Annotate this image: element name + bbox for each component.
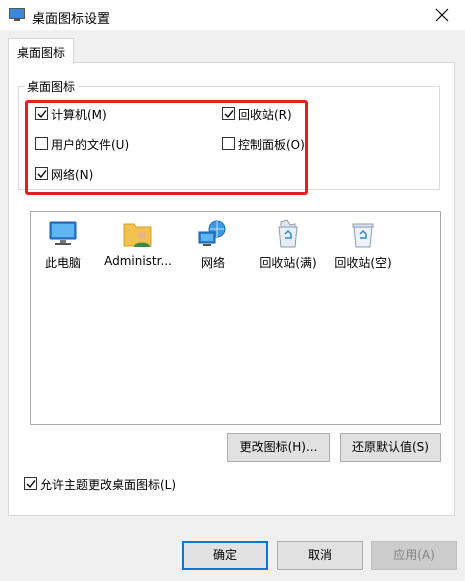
- restore-default-button[interactable]: 还原默认值(S): [340, 433, 441, 462]
- list-item-label: 回收站(空): [334, 256, 392, 270]
- list-item-user-folder[interactable]: Administr...: [100, 218, 176, 268]
- recycle-bin-empty-icon: [352, 223, 374, 248]
- network-icon: [198, 220, 226, 246]
- list-item-label: 回收站(满): [259, 256, 317, 270]
- change-icon-button[interactable]: 更改图标(H)...: [227, 433, 330, 462]
- highlight-box: [25, 100, 308, 195]
- tab-desktop-icons[interactable]: 桌面图标: [8, 38, 74, 64]
- user-folder-icon: [123, 223, 152, 247]
- recycle-bin-full-icon: [278, 219, 298, 248]
- checkbox-box[interactable]: [24, 477, 37, 490]
- computer-icon: [49, 221, 77, 245]
- list-item-label: Administr...: [104, 254, 172, 268]
- list-item-recycle-empty[interactable]: 回收站(空): [325, 218, 401, 271]
- list-item-label: 此电脑: [44, 256, 81, 270]
- title-bar: 桌面图标设置: [0, 0, 465, 30]
- ok-button[interactable]: 确定: [182, 541, 268, 570]
- list-item-this-pc[interactable]: 此电脑: [25, 218, 101, 271]
- group-title: 桌面图标: [24, 78, 79, 95]
- close-button[interactable]: [419, 0, 465, 30]
- app-icon: [9, 8, 25, 21]
- apply-button[interactable]: 应用(A): [371, 541, 457, 570]
- tab-label: 桌面图标: [17, 46, 66, 60]
- list-item-label: 网络: [200, 256, 225, 270]
- close-icon: [435, 8, 449, 22]
- checkbox-label: 允许主题更改桌面图标(L): [40, 478, 177, 492]
- list-item-network[interactable]: 网络: [175, 218, 251, 271]
- window-title: 桌面图标设置: [32, 12, 111, 27]
- checkmark-icon: [26, 480, 36, 489]
- list-item-recycle-full[interactable]: 回收站(满): [250, 218, 326, 271]
- cancel-button[interactable]: 取消: [277, 541, 363, 570]
